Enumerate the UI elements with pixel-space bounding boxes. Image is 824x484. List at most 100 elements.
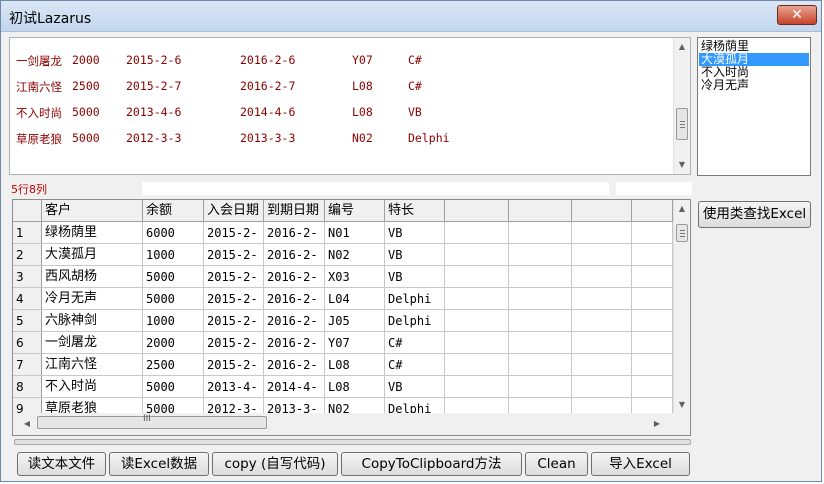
grid-scroll-thumb[interactable] bbox=[676, 224, 688, 242]
grid-cell[interactable]: Y07 bbox=[325, 332, 385, 354]
grid-cell[interactable] bbox=[445, 376, 509, 398]
grid-cell[interactable]: 2015-2- bbox=[204, 354, 264, 376]
grid-cell[interactable] bbox=[632, 244, 673, 266]
grid-cell[interactable]: 2016-2- bbox=[264, 222, 325, 244]
grid-cell[interactable]: 6000 bbox=[143, 222, 204, 244]
status-field-1[interactable] bbox=[141, 181, 610, 196]
scroll-right-arrow-icon[interactable]: ▶ bbox=[649, 415, 665, 432]
copy-to-clipboard-button[interactable]: CopyToClipboard方法 bbox=[341, 452, 522, 476]
grid-cell[interactable] bbox=[445, 266, 509, 288]
grid-cell[interactable]: 2016-2- bbox=[264, 266, 325, 288]
grid-cell[interactable]: 1000 bbox=[143, 310, 204, 332]
grid-cell[interactable]: 2013-4- bbox=[204, 376, 264, 398]
grid-cell[interactable] bbox=[572, 266, 632, 288]
grid-cell[interactable] bbox=[509, 222, 572, 244]
grid-cell[interactable]: 2500 bbox=[143, 354, 204, 376]
grid-cell[interactable]: 5000 bbox=[143, 376, 204, 398]
grid-cell[interactable] bbox=[445, 244, 509, 266]
grid-cell[interactable] bbox=[572, 310, 632, 332]
grid-cell[interactable]: 六脉神剑 bbox=[42, 310, 143, 332]
grid-cell[interactable]: 2015-2- bbox=[204, 266, 264, 288]
memo-scroll-thumb[interactable] bbox=[676, 108, 688, 140]
grid-cell[interactable] bbox=[509, 332, 572, 354]
scroll-up-arrow-icon[interactable]: ▲ bbox=[674, 200, 690, 217]
grid-cell[interactable] bbox=[509, 244, 572, 266]
grid-cell[interactable]: 2016-2- bbox=[264, 332, 325, 354]
grid-cell[interactable]: 5000 bbox=[143, 288, 204, 310]
grid-cell[interactable] bbox=[572, 376, 632, 398]
grid-cell[interactable]: Delphi bbox=[385, 288, 445, 310]
grid-cell[interactable] bbox=[572, 244, 632, 266]
grid-cell[interactable] bbox=[509, 310, 572, 332]
grid-cell[interactable] bbox=[572, 222, 632, 244]
grid-cell[interactable]: N01 bbox=[325, 222, 385, 244]
grid-cell[interactable] bbox=[632, 266, 673, 288]
grid-cell[interactable]: 冷月无声 bbox=[42, 288, 143, 310]
grid-cell[interactable]: 一剑屠龙 bbox=[42, 332, 143, 354]
grid-cell[interactable] bbox=[445, 354, 509, 376]
grid-vertical-scrollbar[interactable]: ▲ ▼ bbox=[673, 200, 690, 413]
status-field-2[interactable] bbox=[615, 181, 693, 196]
grid-cell[interactable]: L04 bbox=[325, 288, 385, 310]
scroll-down-arrow-icon[interactable]: ▼ bbox=[674, 156, 690, 173]
grid-cell[interactable] bbox=[509, 266, 572, 288]
grid-cell[interactable]: L08 bbox=[325, 376, 385, 398]
grid-cell[interactable]: 2015-2- bbox=[204, 244, 264, 266]
grid-column-header[interactable]: 编号 bbox=[325, 200, 385, 222]
copy-custom-code-button[interactable]: copy (自写代码) bbox=[212, 452, 338, 476]
find-excel-button[interactable]: 使用类查找Excel bbox=[698, 201, 811, 228]
grid-column-header[interactable]: 特长 bbox=[385, 200, 445, 222]
grid-cell[interactable] bbox=[632, 222, 673, 244]
grid-cell[interactable]: 2016-2- bbox=[264, 288, 325, 310]
scroll-left-arrow-icon[interactable]: ◀ bbox=[19, 415, 35, 432]
grid-column-header[interactable] bbox=[509, 200, 572, 222]
grid-cell[interactable] bbox=[632, 354, 673, 376]
grid-cell[interactable]: VB bbox=[385, 244, 445, 266]
grid-cell[interactable] bbox=[509, 354, 572, 376]
grid-cell[interactable] bbox=[445, 222, 509, 244]
scroll-down-arrow-icon[interactable]: ▼ bbox=[674, 396, 690, 413]
data-grid[interactable]: Delphi N02 2013-3- 2012-3- 5000 草原老狼 9 VB L08 201… bbox=[12, 199, 691, 436]
grid-horizontal-scrollbar[interactable]: ◀ III ▶ bbox=[13, 413, 690, 435]
clean-button[interactable]: Clean bbox=[525, 452, 588, 476]
grid-cell[interactable] bbox=[445, 310, 509, 332]
grid-cell[interactable]: N02 bbox=[325, 244, 385, 266]
grid-column-header[interactable] bbox=[445, 200, 509, 222]
grid-cell[interactable]: 不入时尚 bbox=[42, 376, 143, 398]
grid-cell[interactable]: 5000 bbox=[143, 266, 204, 288]
grid-cell[interactable] bbox=[632, 310, 673, 332]
grid-cell[interactable] bbox=[445, 332, 509, 354]
grid-cell[interactable]: 西风胡杨 bbox=[42, 266, 143, 288]
import-excel-button[interactable]: 导入Excel bbox=[591, 452, 690, 476]
grid-cell[interactable]: X03 bbox=[325, 266, 385, 288]
grid-cell[interactable] bbox=[509, 288, 572, 310]
grid-cell[interactable]: 1000 bbox=[143, 244, 204, 266]
grid-cell[interactable]: VB bbox=[385, 376, 445, 398]
read-text-file-button[interactable]: 读文本文件 bbox=[17, 452, 106, 476]
grid-cell[interactable]: VB bbox=[385, 222, 445, 244]
grid-cell[interactable] bbox=[632, 332, 673, 354]
grid-cell[interactable] bbox=[632, 288, 673, 310]
grid-cell[interactable]: C# bbox=[385, 354, 445, 376]
grid-cell[interactable] bbox=[445, 288, 509, 310]
grid-cell[interactable] bbox=[572, 354, 632, 376]
grid-cell[interactable]: 2015-2- bbox=[204, 222, 264, 244]
grid-cell[interactable]: 2016-2- bbox=[264, 244, 325, 266]
grid-column-header[interactable]: 入会日期 bbox=[204, 200, 264, 222]
grid-column-header[interactable]: 客户 bbox=[42, 200, 143, 222]
grid-cell[interactable] bbox=[509, 376, 572, 398]
grid-cell[interactable] bbox=[572, 288, 632, 310]
grid-cell[interactable]: 2000 bbox=[143, 332, 204, 354]
grid-column-header[interactable] bbox=[572, 200, 632, 222]
read-excel-data-button[interactable]: 读Excel数据 bbox=[109, 452, 209, 476]
grid-cell[interactable]: 2014-4- bbox=[264, 376, 325, 398]
customer-listbox[interactable]: 绿杨荫里 大漠孤月 不入时尚 冷月无声 bbox=[697, 37, 811, 176]
listbox-item[interactable]: 冷月无声 bbox=[699, 79, 809, 92]
grid-cell[interactable]: 2015-2- bbox=[204, 288, 264, 310]
title-bar[interactable]: 初试Lazarus ✕ bbox=[1, 1, 821, 32]
grid-cell[interactable] bbox=[572, 332, 632, 354]
grid-cell[interactable]: 2016-2- bbox=[264, 354, 325, 376]
splitter-bar[interactable] bbox=[14, 439, 691, 445]
scroll-up-arrow-icon[interactable]: ▲ bbox=[674, 38, 690, 55]
grid-cell[interactable]: 绿杨荫里 bbox=[42, 222, 143, 244]
